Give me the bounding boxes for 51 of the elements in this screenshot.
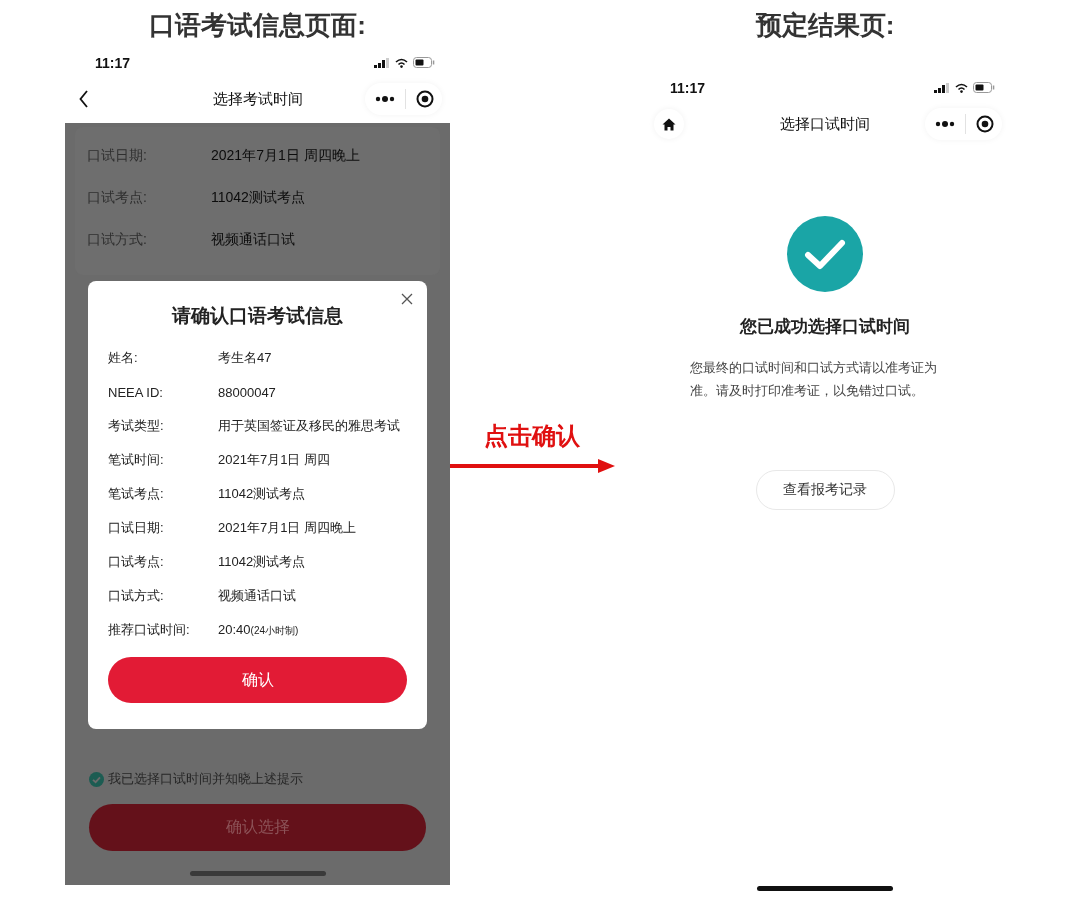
arrow-label: 点击确认 — [484, 421, 580, 451]
back-icon[interactable] — [79, 90, 89, 108]
status-time: 11:17 — [670, 79, 706, 96]
field-value: 11042测试考点 — [218, 553, 306, 571]
page-heading: 口语考试信息页面: — [148, 8, 367, 42]
page-heading: 预定结果页: — [754, 8, 896, 42]
confirm-button[interactable]: 确认 — [108, 657, 407, 703]
result-title: 您已成功选择口试时间 — [740, 316, 910, 338]
field-label: 姓名: — [108, 349, 139, 367]
checkbox[interactable] — [89, 771, 104, 787]
field-value: 11042测试考点 — [218, 485, 306, 503]
field-label: 推荐口试时间: — [108, 621, 191, 639]
field-label: 口试日期: — [108, 519, 165, 537]
battery-icon — [973, 82, 995, 93]
success-check-icon — [786, 215, 864, 293]
capsule-menu[interactable] — [925, 108, 1002, 140]
field-label: 口试考点: — [108, 553, 165, 571]
field-value: 2021年7月1日 周四晚上 — [218, 519, 356, 537]
field-label: 笔试考点: — [108, 485, 165, 503]
close-icon[interactable] — [401, 293, 413, 305]
view-records-button[interactable]: 查看报考记录 — [755, 470, 895, 510]
field-label: 笔试时间: — [108, 451, 165, 469]
capsule-menu[interactable] — [365, 83, 442, 115]
field-value: 视频通话口试 — [211, 231, 295, 249]
field-value: 88000047 — [218, 384, 276, 400]
field-value: 20:40(24小时制) — [218, 622, 299, 638]
result-message: 您最终的口试时间和口试方式请以准考证为准。请及时打印准考证，以免错过口试。 — [690, 359, 938, 400]
target-icon — [976, 115, 994, 133]
field-value: 用于英国签证及移民的雅思考试 — [218, 417, 400, 435]
dialog-title: 请确认口语考试信息 — [170, 304, 344, 328]
status-time: 11:17 — [95, 54, 131, 71]
wifi-icon — [955, 82, 968, 93]
field-value: 2021年7月1日 周四晚上 — [211, 147, 360, 165]
field-value: 视频通话口试 — [218, 587, 296, 605]
target-icon — [416, 90, 434, 108]
nav-title: 选择口试时间 — [780, 114, 870, 134]
field-label: 考试类型: — [108, 417, 165, 435]
more-icon — [375, 95, 395, 103]
signal-icon — [374, 57, 390, 68]
field-label: 口试方式: — [108, 587, 165, 605]
home-icon — [662, 117, 676, 131]
wifi-icon — [395, 57, 408, 68]
agreement-text: 我已选择口试时间并知晓上述提示 — [108, 770, 303, 788]
signal-icon — [934, 82, 950, 93]
field-value: 11042测试考点 — [211, 189, 305, 207]
more-icon — [935, 120, 955, 128]
field-value: 考生名47 — [218, 349, 272, 367]
nav-title: 选择考试时间 — [212, 89, 303, 109]
battery-icon — [413, 57, 435, 68]
field-label: NEEA ID: — [108, 384, 164, 400]
field-value: 2021年7月1日 周四 — [218, 451, 330, 469]
